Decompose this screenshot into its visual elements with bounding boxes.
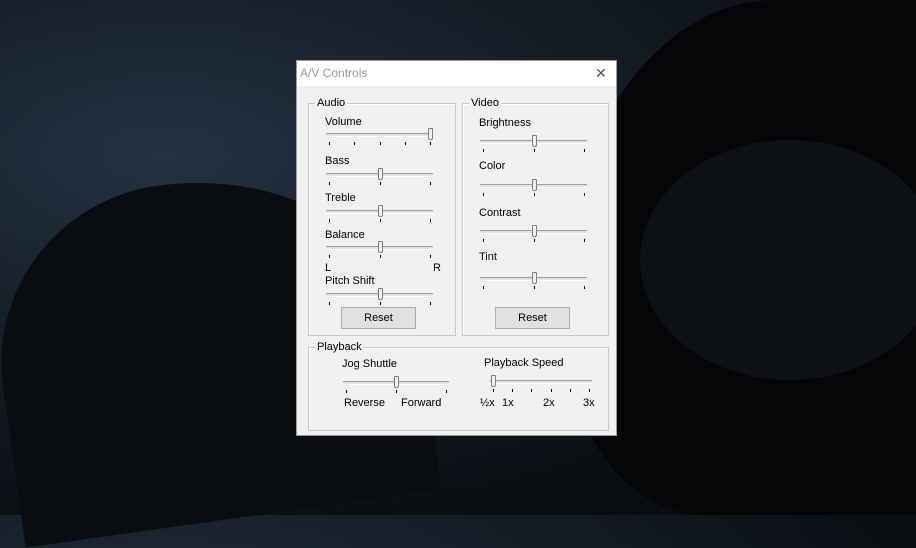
playback-speed-slider-tick [493, 389, 494, 392]
jog-shuttle-slider-thumb[interactable] [394, 376, 399, 388]
balance-left-label: L [325, 262, 332, 274]
balance-slider-tick [380, 255, 381, 258]
color-slider-tick [534, 193, 535, 196]
tint-slider-tick [534, 286, 535, 289]
tint-label: Tint [479, 251, 497, 263]
pitch-shift-slider-tick [380, 302, 381, 305]
treble-slider-tick [329, 219, 330, 222]
balance-right-label: R [433, 262, 441, 274]
volume-slider-tick [354, 142, 355, 145]
volume-slider-tick [380, 142, 381, 145]
volume-slider-tick [329, 142, 330, 145]
jog-shuttle-slider-tick [396, 390, 397, 393]
playback-speed-slider-tick [531, 389, 532, 392]
tint-slider-tick [584, 286, 585, 289]
bass-slider-tick [430, 182, 431, 185]
volume-slider-tick [405, 142, 406, 145]
playback-group: Playback Jog Shuttle Reverse Forward Pla… [308, 341, 609, 431]
bass-slider-tick [329, 182, 330, 185]
pitch-shift-slider-tick [430, 302, 431, 305]
bass-label: Bass [325, 155, 350, 167]
volume-slider-thumb[interactable] [428, 128, 433, 140]
bass-slider-tick [380, 182, 381, 185]
title-bar: A/V Controls ✕ [297, 61, 616, 86]
volume-slider-track[interactable] [326, 133, 433, 137]
speed-mark-3x: 3x [583, 397, 595, 409]
contrast-slider-tick [534, 239, 535, 242]
contrast-slider-tick [584, 239, 585, 242]
treble-slider-tick [380, 219, 381, 222]
balance-slider-tick [430, 255, 431, 258]
pitch-shift-slider-tick [329, 302, 330, 305]
color-slider-thumb[interactable] [532, 179, 537, 191]
playback-legend: Playback [315, 341, 364, 354]
brightness-slider-tick [483, 149, 484, 152]
pitch-shift-slider-thumb[interactable] [378, 288, 383, 300]
playback-speed-slider-tick [512, 389, 513, 392]
treble-label: Treble [325, 192, 356, 204]
video-reset-button[interactable]: Reset [495, 307, 570, 329]
playback-speed-slider-tick [570, 389, 571, 392]
volume-label: Volume [325, 116, 362, 128]
playback-speed-slider-tick [589, 389, 590, 392]
av-controls-dialog: A/V Controls ✕ Audio Volume Bass Treble … [296, 60, 617, 436]
balance-label: Balance [325, 229, 365, 241]
color-slider-tick [584, 193, 585, 196]
pitch-shift-label: Pitch Shift [325, 275, 375, 287]
brightness-slider-tick [584, 149, 585, 152]
jog-shuttle-slider-tick [446, 390, 447, 393]
balance-slider-tick [329, 255, 330, 258]
speed-mark-half: ½x [480, 397, 495, 409]
playback-speed-label: Playback Speed [484, 357, 564, 369]
playback-speed-slider-track[interactable] [490, 380, 592, 384]
tint-slider-tick [483, 286, 484, 289]
background-shadow-mid [640, 140, 916, 380]
playback-speed-slider-thumb[interactable] [491, 375, 496, 387]
balance-slider-thumb[interactable] [378, 241, 383, 253]
window-title: A/V Controls [300, 66, 368, 80]
brightness-slider-tick [534, 149, 535, 152]
audio-reset-button[interactable]: Reset [341, 307, 416, 329]
color-label: Color [479, 160, 506, 172]
brightness-slider-thumb[interactable] [532, 135, 537, 147]
playback-speed-slider-tick [551, 389, 552, 392]
tint-slider-thumb[interactable] [532, 272, 537, 284]
brightness-label: Brightness [479, 117, 531, 129]
jog-shuttle-label: Jog Shuttle [342, 358, 398, 370]
contrast-slider-tick [483, 239, 484, 242]
close-icon[interactable]: ✕ [586, 61, 616, 86]
audio-legend: Audio [315, 97, 348, 110]
treble-slider-tick [430, 219, 431, 222]
video-group: Video Brightness Color Contrast Tint Res… [462, 97, 609, 336]
forward-label: Forward [401, 397, 442, 409]
reverse-label: Reverse [344, 397, 385, 409]
video-legend: Video [469, 97, 501, 110]
contrast-label: Contrast [479, 207, 521, 219]
audio-group: Audio Volume Bass Treble Balance L R Pit… [308, 97, 456, 336]
speed-mark-1x: 1x [502, 397, 514, 409]
jog-shuttle-slider-tick [346, 390, 347, 393]
color-slider-tick [483, 193, 484, 196]
bass-slider-thumb[interactable] [378, 168, 383, 180]
treble-slider-thumb[interactable] [378, 205, 383, 217]
contrast-slider-thumb[interactable] [532, 225, 537, 237]
speed-mark-2x: 2x [543, 397, 555, 409]
volume-slider-tick [430, 142, 431, 145]
